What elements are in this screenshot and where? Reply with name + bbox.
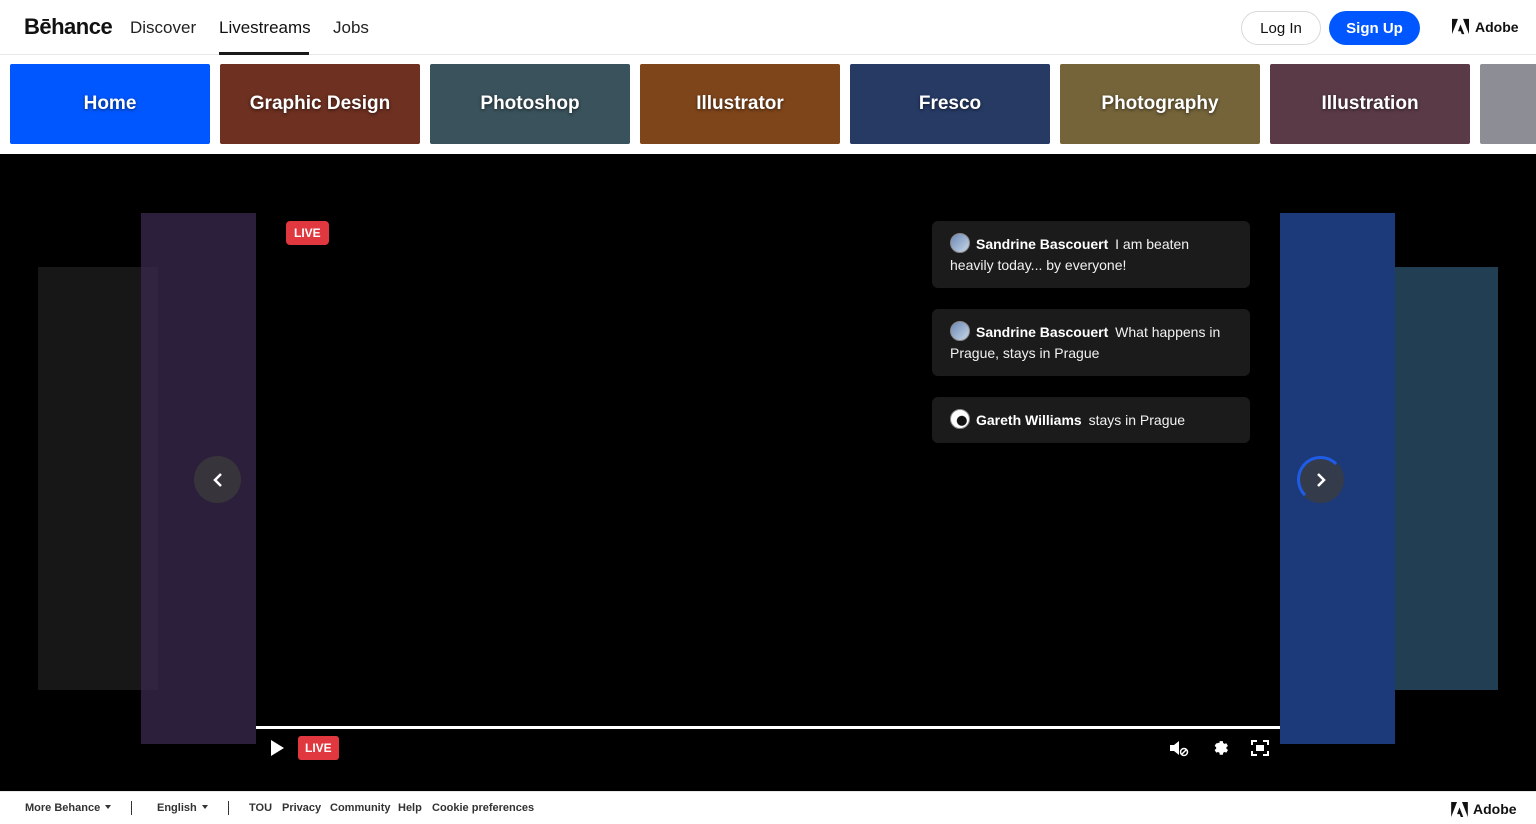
next-stream-thumbnail-far[interactable] <box>1395 267 1498 690</box>
category-tile-partial[interactable] <box>1480 64 1536 144</box>
video-player[interactable]: LIVE Sandrine Bascouert I am beaten heav… <box>256 213 1280 789</box>
chevron-left-icon <box>212 472 222 487</box>
category-label: Photoshop <box>480 93 580 114</box>
category-label: Home <box>83 93 137 114</box>
previous-stream-button[interactable] <box>194 456 241 503</box>
footer-adobe-label: Adobe <box>1473 801 1517 817</box>
signup-button[interactable]: Sign Up <box>1329 11 1420 45</box>
footer-divider <box>228 801 229 815</box>
category-label: Illustrator <box>696 93 784 114</box>
settings-button[interactable] <box>1209 736 1231 758</box>
category-label: Fresco <box>918 93 982 114</box>
adobe-icon <box>1452 18 1469 35</box>
livestream-stage: LIVE Sandrine Bascouert I am beaten heav… <box>0 154 1536 791</box>
footer-adobe-link[interactable]: Adobe <box>1451 801 1517 817</box>
chat-message: Sandrine Bascouert What happens in Pragu… <box>932 309 1250 376</box>
nav-jobs[interactable]: Jobs <box>333 18 369 38</box>
nav-discover[interactable]: Discover <box>130 18 196 38</box>
top-navigation-bar: Bēhance Discover Livestreams Jobs Log In… <box>0 0 1536 55</box>
caret-down-icon <box>201 805 208 809</box>
footer-link-privacy[interactable]: Privacy <box>282 802 321 814</box>
login-button[interactable]: Log In <box>1241 11 1321 45</box>
category-strip: Home Graphic Design Photoshop Illustrator Fr… <box>0 55 1536 154</box>
category-tile-home[interactable]: Home <box>10 64 210 144</box>
language-dropdown[interactable]: English <box>157 802 208 814</box>
play-icon <box>271 740 284 756</box>
category-label: Illustration <box>1321 93 1419 114</box>
language-label: English <box>157 802 197 814</box>
chat-message: Gareth Williams stays in Prague <box>932 397 1250 443</box>
category-tile-photoshop[interactable]: Photoshop <box>430 64 630 144</box>
nav-livestreams[interactable]: Livestreams <box>219 18 311 38</box>
chat-username: Gareth Williams <box>976 412 1082 428</box>
category-tile-illustrator[interactable]: Illustrator <box>640 64 840 144</box>
caret-down-icon <box>105 805 112 809</box>
fullscreen-button[interactable] <box>1249 737 1271 759</box>
fullscreen-icon <box>1251 740 1269 756</box>
footer-link-tou[interactable]: TOU <box>249 802 272 814</box>
category-label: Photography <box>1101 93 1219 114</box>
next-stream-button[interactable] <box>1297 456 1344 503</box>
category-tile-graphic-design[interactable]: Graphic Design <box>220 64 420 144</box>
chat-username: Sandrine Bascouert <box>976 236 1109 252</box>
footer-link-help[interactable]: Help <box>398 802 422 814</box>
avatar <box>950 409 970 429</box>
adobe-link[interactable]: Adobe <box>1452 18 1519 35</box>
avatar <box>950 321 970 341</box>
footer-link-cookie-preferences[interactable]: Cookie preferences <box>432 802 534 814</box>
footer: More Behance English TOU Privacy Communi… <box>0 791 1536 824</box>
more-behance-label: More Behance <box>25 802 101 814</box>
prev-stream-thumbnail-far[interactable] <box>38 267 158 690</box>
live-badge: LIVE <box>286 221 329 245</box>
chevron-right-icon <box>1316 472 1326 487</box>
adobe-label: Adobe <box>1475 18 1519 35</box>
chat-username: Sandrine Bascouert <box>976 324 1109 340</box>
behance-logo[interactable]: Bēhance <box>24 14 113 40</box>
avatar <box>950 233 970 253</box>
gear-icon <box>1214 741 1229 755</box>
progress-bar[interactable] <box>256 726 1280 729</box>
category-tile-illustration[interactable]: Illustration <box>1270 64 1470 144</box>
play-button[interactable] <box>266 737 288 759</box>
category-tile-fresco[interactable]: Fresco <box>850 64 1050 144</box>
go-live-button[interactable]: LIVE <box>298 736 339 760</box>
footer-divider <box>131 801 132 815</box>
category-label: Graphic Design <box>249 93 391 114</box>
footer-link-community[interactable]: Community <box>330 802 391 814</box>
category-tile-photography[interactable]: Photography <box>1060 64 1260 144</box>
mute-button[interactable] <box>1168 737 1190 759</box>
more-behance-dropdown[interactable]: More Behance <box>25 802 112 814</box>
chat-text: stays in Prague <box>1088 412 1186 428</box>
adobe-icon <box>1451 801 1468 817</box>
muted-speaker-icon <box>1170 741 1189 757</box>
chat-message: Sandrine Bascouert I am beaten heavily t… <box>932 221 1250 288</box>
chat-overlay: Sandrine Bascouert I am beaten heavily t… <box>932 221 1250 464</box>
